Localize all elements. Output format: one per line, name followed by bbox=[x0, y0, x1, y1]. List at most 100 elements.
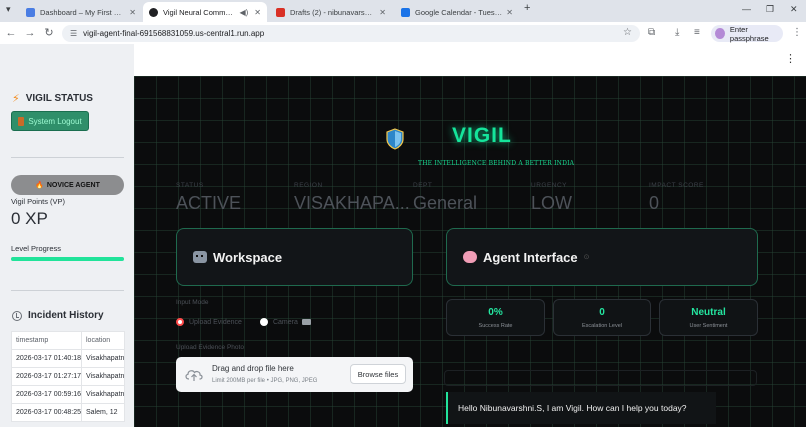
avatar bbox=[715, 28, 725, 39]
input-mode-radio-group: Upload Evidence Camera bbox=[176, 318, 311, 326]
assistant-chat-message: Hello Nibunavarshni.S, I am Vigil. How c… bbox=[446, 392, 716, 424]
profile-passphrase-button[interactable]: Enter passphrase bbox=[711, 24, 783, 43]
table-row: 2026-03-17 01:40:18 Visakhapatn bbox=[11, 349, 125, 368]
shield-logo-icon bbox=[386, 128, 404, 150]
stat-label: User Sentiment bbox=[689, 323, 728, 329]
browser-menu-icon[interactable]: ⋮ bbox=[792, 27, 802, 38]
tab-search-icon[interactable]: ▾ bbox=[6, 4, 11, 15]
metric-label: REGION bbox=[294, 182, 323, 189]
vigil-status-title: VIGIL STATUS bbox=[25, 93, 93, 104]
main-panel: VIGIL THE INTELLIGENCE BEHIND A BETTER I… bbox=[134, 76, 806, 427]
close-icon[interactable]: ✕ bbox=[254, 8, 261, 17]
brand-tagline: THE INTELLIGENCE BEHIND A BETTER INDIA bbox=[418, 160, 575, 167]
back-icon[interactable]: ← bbox=[4, 26, 18, 40]
metric-dept: DEPT General bbox=[413, 182, 477, 214]
table-cell: 2026-03-17 00:59:16 bbox=[11, 385, 82, 404]
browser-tab-dashboard[interactable]: Dashboard – My First Project – ✕ bbox=[20, 2, 142, 22]
chat-input-area[interactable] bbox=[444, 370, 757, 386]
incident-history-title: Incident History bbox=[28, 310, 104, 321]
metric-label: IMPACT SCORE bbox=[649, 182, 704, 189]
cloud-upload-icon bbox=[185, 370, 203, 381]
incident-history-heading: Incident History bbox=[12, 310, 104, 321]
vigil-points-label: Vigil Points (VP) bbox=[11, 197, 66, 206]
metric-label: URGENCY bbox=[531, 182, 568, 189]
input-mode-label: Input Mode bbox=[176, 299, 209, 306]
sidebar: ⚡ VIGIL STATUS System Logout 🔥 NOVICE AG… bbox=[0, 44, 134, 427]
reload-icon[interactable]: ↻ bbox=[42, 26, 56, 40]
stat-escalation-level: 0 Escalation Level bbox=[553, 299, 651, 336]
browser-tab-vigil[interactable]: Vigil Neural Command ◀) ✕ bbox=[143, 2, 267, 22]
forward-icon[interactable]: → bbox=[23, 26, 37, 40]
chat-message-text: Hello Nibunavarshni.S, I am Vigil. How c… bbox=[458, 403, 687, 413]
robot-icon bbox=[193, 251, 207, 263]
table-header-row: timestamp location bbox=[11, 331, 125, 350]
dropzone-limit-text: Limit 200MB per file • JPG, PNG, JPEG bbox=[212, 378, 318, 384]
minimize-icon[interactable]: — bbox=[742, 4, 751, 14]
fire-icon: 🔥 bbox=[35, 182, 44, 189]
logout-label: System Logout bbox=[28, 116, 82, 126]
download-icon[interactable]: ⤓ bbox=[675, 27, 679, 38]
stat-value: 0 bbox=[599, 307, 605, 318]
radio-upload-evidence[interactable] bbox=[176, 318, 184, 326]
browser-tab-gmail[interactable]: Drafts (2) - nibunavarshni@gm ✕ bbox=[270, 2, 392, 22]
dropzone-title: Drag and drop file here bbox=[212, 364, 294, 373]
tab-title: Dashboard – My First Project – bbox=[40, 7, 126, 17]
metric-value: General bbox=[413, 193, 478, 213]
column-header-location[interactable]: location bbox=[81, 331, 125, 350]
brand-title: VIGIL bbox=[452, 124, 512, 147]
app-header: ⋮ bbox=[134, 44, 806, 76]
browser-toolbar: ← → ↻ ☰ vigil-agent-final-691568831059.u… bbox=[0, 22, 806, 44]
stat-label: Escalation Level bbox=[581, 323, 623, 329]
site-info-icon[interactable]: ☰ bbox=[70, 29, 77, 38]
new-tab-icon[interactable]: + bbox=[524, 2, 530, 14]
metric-value: ACTIVE bbox=[176, 193, 242, 213]
address-bar[interactable]: ☰ vigil-agent-final-691568831059.us-cent… bbox=[62, 25, 640, 42]
metric-region: REGION VISAKHAPA... bbox=[294, 182, 410, 214]
radio-camera-label[interactable]: Camera bbox=[273, 319, 298, 326]
audio-icon[interactable]: ◀) bbox=[239, 8, 248, 17]
radio-camera[interactable] bbox=[259, 318, 268, 326]
rank-label: NOVICE AGENT bbox=[46, 181, 100, 189]
divider bbox=[11, 290, 124, 291]
column-header-timestamp[interactable]: timestamp bbox=[11, 331, 82, 350]
table-row: 2026-03-17 00:59:16 Visakhapatn bbox=[11, 385, 125, 404]
upload-evidence-label: Upload Evidence Photo bbox=[176, 344, 244, 351]
vigil-favicon-icon bbox=[149, 7, 158, 17]
metric-label: DEPT bbox=[413, 182, 433, 189]
anchor-link-icon[interactable]: ⊙ bbox=[584, 253, 590, 261]
incident-history-table[interactable]: timestamp location 2026-03-17 01:40:18 V… bbox=[11, 331, 125, 422]
radio-upload-label[interactable]: Upload Evidence bbox=[189, 319, 242, 326]
divider bbox=[11, 157, 124, 158]
system-logout-button[interactable]: System Logout bbox=[11, 111, 89, 131]
stat-success-rate: 0% Success Rate bbox=[446, 299, 545, 336]
bookmark-star-icon[interactable]: ☆ bbox=[623, 27, 632, 38]
close-icon[interactable]: ✕ bbox=[379, 8, 386, 17]
file-dropzone[interactable]: Drag and drop file here Limit 200MB per … bbox=[176, 357, 413, 392]
agent-interface-title: Agent Interface bbox=[483, 249, 578, 265]
level-progress-fill bbox=[11, 257, 124, 261]
agent-interface-panel: Agent Interface ⊙ bbox=[446, 228, 758, 286]
door-icon bbox=[18, 116, 25, 126]
close-icon[interactable]: ✕ bbox=[506, 8, 513, 17]
metric-value: VISAKHAPA... bbox=[294, 193, 410, 213]
close-icon[interactable]: ✕ bbox=[129, 8, 136, 17]
dashboard-favicon-icon bbox=[26, 7, 35, 17]
table-cell: 2026-03-17 01:40:18 bbox=[11, 349, 82, 368]
vigil-status-heading: ⚡ VIGIL STATUS bbox=[12, 92, 93, 105]
browser-tab-calendar[interactable]: Google Calendar - Tuesday, Ma ✕ bbox=[395, 2, 519, 22]
app-menu-icon[interactable]: ⋮ bbox=[785, 54, 796, 65]
clock-icon bbox=[12, 310, 22, 321]
restore-icon[interactable]: ❐ bbox=[766, 4, 774, 15]
browse-files-button[interactable]: Browse files bbox=[350, 364, 406, 384]
metric-value: 0 bbox=[649, 193, 660, 213]
reading-list-icon[interactable]: ≡ bbox=[694, 27, 700, 38]
stat-value: 0% bbox=[488, 307, 503, 318]
metric-urgency: URGENCY LOW bbox=[531, 182, 572, 214]
table-cell: 2026-03-17 00:48:25 bbox=[11, 403, 82, 422]
close-window-icon[interactable]: ✕ bbox=[790, 4, 798, 15]
brain-icon bbox=[463, 251, 477, 263]
passphrase-label: Enter passphrase bbox=[729, 24, 769, 43]
workspace-panel: Workspace bbox=[176, 228, 413, 286]
extensions-icon[interactable]: ⧉ bbox=[648, 27, 655, 38]
camera-icon bbox=[301, 319, 311, 325]
